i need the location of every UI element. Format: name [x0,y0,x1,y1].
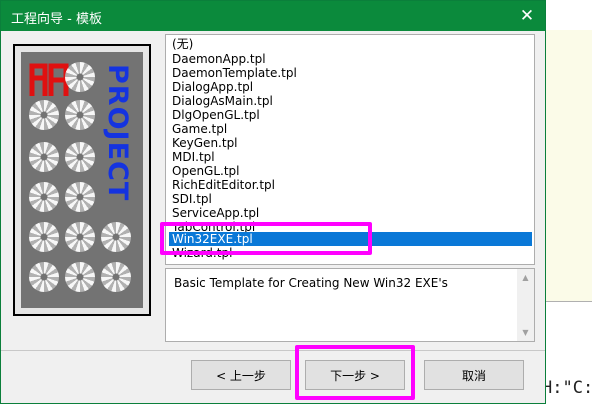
template-list-item[interactable]: DaemonApp.tpl [169,52,532,66]
title-bar[interactable]: 工程向导 - 模板 ✕ [1,1,545,31]
background-divider [546,301,592,302]
template-list-item[interactable]: Game.tpl [169,122,532,136]
fractal-tile-icon [65,222,95,252]
fractal-tile-icon [65,100,95,130]
template-list-item[interactable]: KeyGen.tpl [169,136,532,150]
fractal-tile-icon [29,142,59,172]
logo-artwork: PROJECT [21,52,143,308]
template-description-box[interactable]: Basic Template for Creating New Win32 EX… [165,268,535,342]
template-list-item[interactable]: DaemonTemplate.tpl [169,66,532,80]
logo-project-word: PROJECT [102,64,133,202]
fractal-tile-icon [29,182,59,212]
scroll-down-icon[interactable]: ▼ [517,324,534,341]
template-list-item[interactable]: DialogAsMain.tpl [169,94,532,108]
template-list-item[interactable]: DlgOpenGL.tpl [169,108,532,122]
close-button[interactable]: ✕ [509,1,545,31]
template-list-item[interactable]: MDI.tpl [169,150,532,164]
scroll-up-icon[interactable]: ▲ [517,269,534,286]
button-bar-divider [1,350,545,351]
fractal-tile-icon [101,262,131,292]
fractal-tile-icon [101,222,131,252]
fractal-tile-icon [65,262,95,292]
description-scrollbar[interactable]: ▲ ▼ [517,269,534,341]
fractal-tile-icon [29,262,59,292]
project-wizard-dialog: 工程向导 - 模板 ✕ PROJECT (无) DaemonApp.tpl Da… [0,0,546,404]
background-right-text: H:"C:\ [542,378,592,398]
template-list-item[interactable]: ServiceApp.tpl [169,206,532,220]
template-list-item[interactable]: DialogApp.tpl [169,80,532,94]
template-list-item[interactable]: Win32EXE.tpl [169,232,532,246]
fractal-tile-icon [65,62,95,92]
cancel-button[interactable]: 取消 [424,360,524,390]
fractal-tile-icon [65,142,95,172]
wizard-logo-panel: PROJECT [13,44,151,316]
fractal-tile-icon [65,182,95,212]
template-list-item[interactable]: RichEditEditor.tpl [169,178,532,192]
close-icon: ✕ [519,6,535,26]
fractal-tile-icon [29,222,59,252]
template-list-item[interactable]: (无) [169,37,532,51]
next-button[interactable]: 下一步 > [305,360,405,390]
window-title: 工程向导 - 模板 [11,12,102,27]
template-list-item[interactable]: SDI.tpl [169,192,532,206]
template-listbox[interactable]: (无) DaemonApp.tpl DaemonTemplate.tpl Dialog… [165,34,535,265]
template-list-item[interactable]: OpenGL.tpl [169,164,532,178]
background-app-panel [546,30,592,302]
fractal-tile-icon [29,100,59,130]
rfa-logo-icon [29,63,69,96]
template-list-item[interactable]: Wizard.tpl [169,246,532,260]
back-button[interactable]: < 上一步 [191,360,291,390]
template-description: Basic Template for Creating New Win32 EX… [174,276,448,290]
